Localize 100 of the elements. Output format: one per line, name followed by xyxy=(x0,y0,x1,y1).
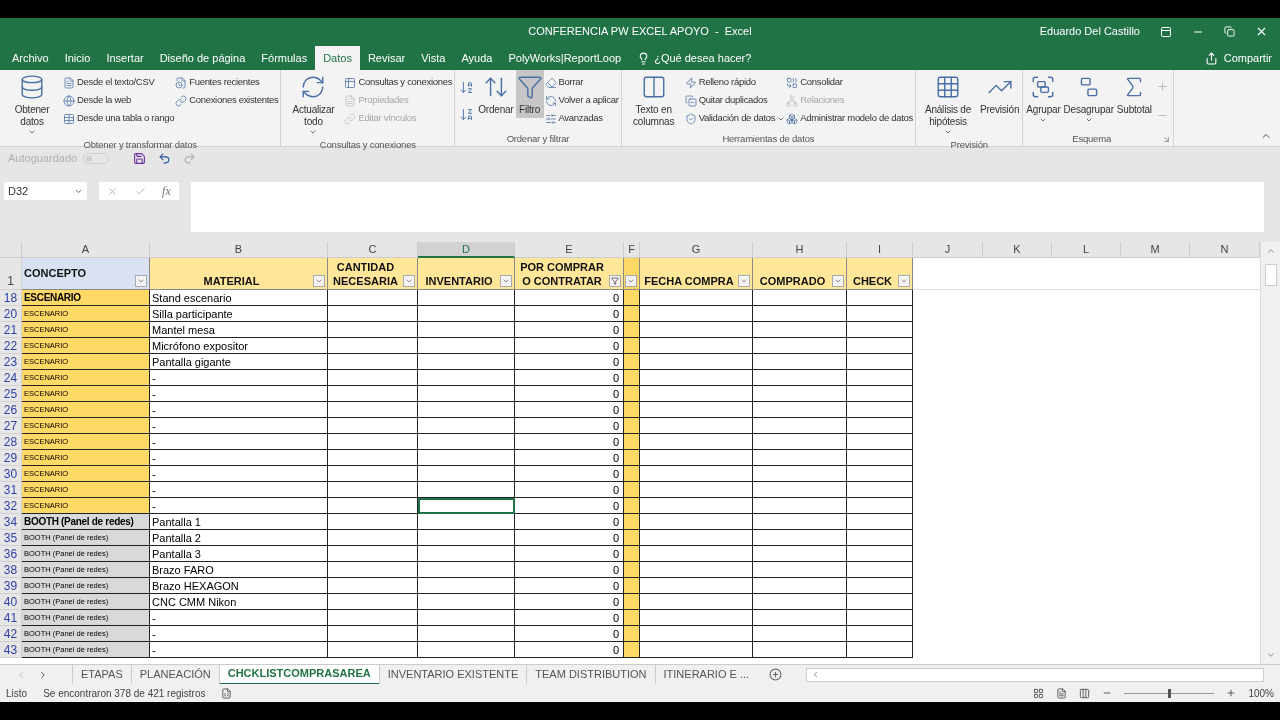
row-number[interactable]: 20 xyxy=(0,306,22,322)
column-heading: CANTIDAD NECESARIA xyxy=(332,260,399,289)
share-button[interactable]: Compartir xyxy=(1204,46,1280,70)
menu-tab[interactable]: PolyWorks|ReportLoop xyxy=(500,46,630,70)
row-number[interactable]: 24 xyxy=(0,370,22,386)
ribbon-button[interactable]: Desde una tabla o rango xyxy=(63,110,175,127)
row-number[interactable]: 43 xyxy=(0,642,22,658)
group-label: Obtener y transformar datos xyxy=(82,138,198,152)
menu-tab[interactable]: Diseño de página xyxy=(151,46,254,70)
row-number[interactable]: 29 xyxy=(0,450,22,466)
table-cell: Brazo FARO xyxy=(150,562,328,578)
menu-tab[interactable]: Datos xyxy=(315,46,360,70)
table-cell: ESCENARIO xyxy=(22,290,150,306)
ribbon-button[interactable]: Filtro xyxy=(515,70,544,118)
column-heading: CONCEPTO xyxy=(23,266,88,281)
column-header[interactable]: L xyxy=(1052,242,1121,258)
group-label: Previsión xyxy=(949,138,989,152)
ribbon-button[interactable]: Volver a aplicar xyxy=(544,92,619,109)
window-title: CONFERENCIA PW EXCEL APOYO - Excel xyxy=(528,24,752,40)
ribbon-button[interactable]: Conexiones existentes xyxy=(175,92,279,109)
row-number[interactable]: 31 xyxy=(0,482,22,498)
row-number[interactable]: 41 xyxy=(0,610,22,626)
name-box[interactable]: D32 xyxy=(4,182,87,200)
status-message: Se encontraron 378 de 421 registros xyxy=(43,686,206,701)
row-number[interactable]: 38 xyxy=(0,562,22,578)
column-header[interactable]: D xyxy=(418,242,515,258)
row-number[interactable]: 25 xyxy=(0,386,22,402)
row-number[interactable]: 23 xyxy=(0,354,22,370)
row-number[interactable]: 21 xyxy=(0,322,22,338)
table-cell: Micrófono expositor xyxy=(150,338,328,354)
ribbon-button[interactable]: Fuentes recientes xyxy=(175,74,279,91)
insert-function-button[interactable]: fx xyxy=(162,182,171,200)
column-heading: CHECK xyxy=(851,274,894,289)
group-label: Herramientas de datos xyxy=(721,132,816,146)
column-heading: POR COMPRAR O CONTRATAR xyxy=(519,260,605,289)
menu-tab[interactable]: Revisar xyxy=(359,46,414,70)
ribbon-button[interactable]: Relleno rápido xyxy=(684,74,786,91)
row-number[interactable]: 28 xyxy=(0,434,22,450)
sheet-tab[interactable]: CHCKLISTCOMPRASAREA xyxy=(218,664,379,685)
row-number[interactable]: 32 xyxy=(0,498,22,514)
table-cell: - xyxy=(150,642,328,658)
row-number[interactable]: 40 xyxy=(0,594,22,610)
table-cell: BOOTH (Panel de redes) xyxy=(22,514,150,530)
ribbon-button[interactable]: Desagrupar xyxy=(1062,70,1115,126)
ribbon-button[interactable]: Agrupar xyxy=(1025,70,1062,126)
column-heading: INVENTARIO xyxy=(424,274,494,289)
ribbon-button[interactable]: Desde el texto/CSV xyxy=(63,74,175,91)
ribbon-button[interactable]: Subtotal xyxy=(1115,70,1153,118)
row-number[interactable]: 36 xyxy=(0,546,22,562)
row-number[interactable]: 26 xyxy=(0,402,22,418)
table-cell: - xyxy=(150,450,328,466)
row-number[interactable]: 30 xyxy=(0,466,22,482)
user-name: Eduardo Del Castillo xyxy=(1039,24,1140,40)
ribbon-button[interactable]: Administrar modelo de datos xyxy=(786,110,913,127)
group-label: Consultas y conexiones xyxy=(318,138,417,152)
row-number[interactable]: 34 xyxy=(0,514,22,530)
status-text: Listo xyxy=(6,686,28,701)
ribbon-button[interactable]: Actualizar todo xyxy=(283,70,344,138)
column-heading: MATERIAL xyxy=(202,274,261,289)
table-cell: - xyxy=(150,482,328,498)
menu-tab[interactable]: Archivo xyxy=(4,46,57,70)
menu-tab[interactable]: Insertar xyxy=(98,46,152,70)
ribbon-button[interactable]: Obtener datos xyxy=(2,70,62,138)
row-number[interactable]: 1 xyxy=(0,258,22,290)
table-cell: Brazo HEXAGON xyxy=(150,578,328,594)
ribbon-button[interactable]: Avanzadas xyxy=(544,110,619,127)
zoom-level[interactable]: 100% xyxy=(1248,685,1274,701)
ribbon-button[interactable]: Previsión xyxy=(979,70,1021,118)
column-header[interactable]: J xyxy=(913,242,983,258)
ribbon-button[interactable]: Validación de datos xyxy=(684,110,786,127)
menu-tab[interactable]: Fórmulas xyxy=(253,46,316,70)
ribbon-button[interactable]: Consolidar xyxy=(786,74,913,91)
ribbon-button[interactable]: Consultas y conexiones xyxy=(344,74,453,91)
table-cell: - xyxy=(150,418,328,434)
row-number[interactable]: 22 xyxy=(0,338,22,354)
menu-tab[interactable]: Vista xyxy=(413,46,454,70)
row-number[interactable]: 27 xyxy=(0,418,22,434)
table-cell: Stand escenario xyxy=(150,290,328,306)
ribbon-button[interactable]: Ordenar xyxy=(477,70,515,118)
ribbon-button[interactable]: Quitar duplicados xyxy=(684,92,786,109)
table-cell: CNC CMM Nikon xyxy=(150,594,328,610)
table-cell: - xyxy=(150,466,328,482)
tell-me-field[interactable]: ¿Qué desea hacer? xyxy=(654,49,752,67)
menu-tab[interactable]: Inicio xyxy=(56,46,99,70)
row-number[interactable]: 35 xyxy=(0,530,22,546)
menu-tab[interactable]: Ayuda xyxy=(453,46,501,70)
row-number[interactable]: 39 xyxy=(0,578,22,594)
column-header[interactable]: K xyxy=(983,242,1052,258)
table-cell: Pantalla 3 xyxy=(150,546,328,562)
row-number[interactable]: 42 xyxy=(0,626,22,642)
table-cell: - xyxy=(150,626,328,642)
table-cell: Pantalla gigante xyxy=(150,354,328,370)
row-number[interactable]: 18 xyxy=(0,290,22,306)
table-cell: - xyxy=(150,402,328,418)
ribbon-button[interactable]: Texto en columnas xyxy=(623,70,684,130)
ribbon-button[interactable]: Análisis de hipótesis xyxy=(918,70,978,138)
ribbon-button[interactable]: Borrar xyxy=(544,74,619,91)
column-heading: FECHA COMPRA xyxy=(643,274,735,289)
column-header[interactable]: M xyxy=(1121,242,1190,258)
ribbon-button[interactable]: Desde la web xyxy=(63,92,175,109)
